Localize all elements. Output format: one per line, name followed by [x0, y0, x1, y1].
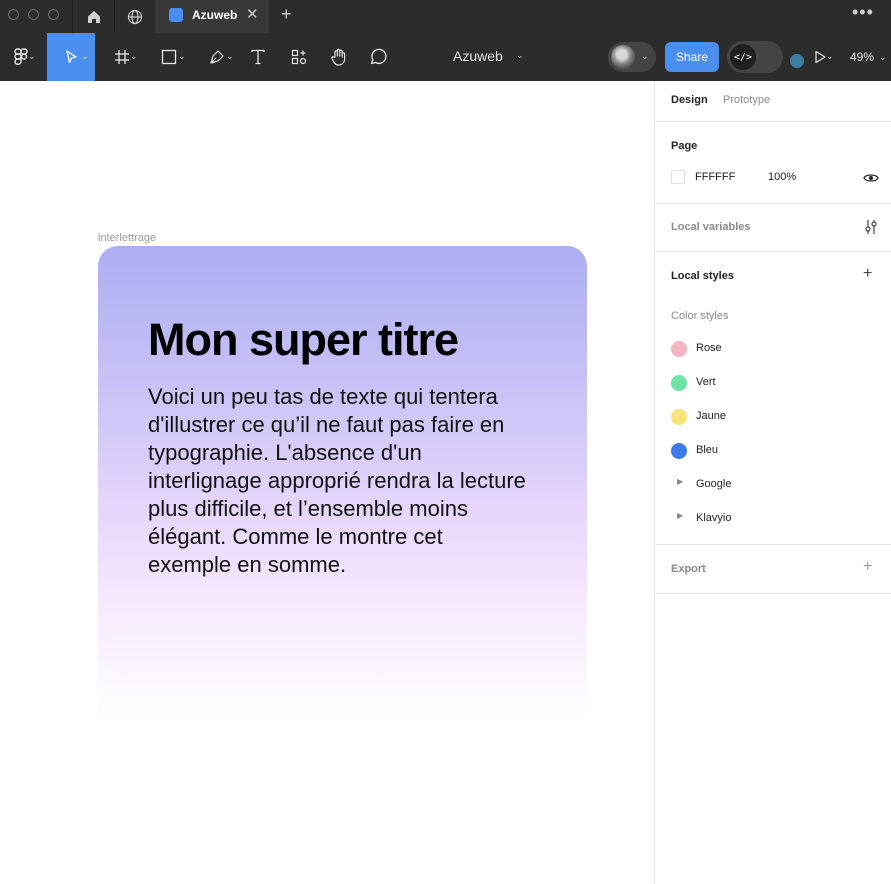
divider	[655, 121, 891, 122]
present-button[interactable]: ⌄	[804, 33, 836, 81]
color-swatch	[671, 409, 687, 425]
text-tool-button[interactable]	[244, 33, 272, 81]
user-avatar-button[interactable]: ⌄	[608, 42, 656, 72]
tab-bar: Azuweb ✕ + •••	[0, 0, 891, 33]
cursor-arrow-icon	[66, 50, 77, 64]
file-favicon-icon	[169, 8, 183, 22]
eye-icon[interactable]	[863, 170, 879, 186]
sliders-icon[interactable]	[864, 219, 878, 235]
page-opacity-value[interactable]: 100%	[768, 171, 796, 183]
color-style-name: Rose	[696, 342, 722, 354]
shape-tool-button[interactable]: ⌄	[150, 33, 188, 81]
rectangle-icon	[161, 49, 177, 65]
chevron-down-icon: ⌄	[81, 51, 89, 61]
chevron-down-icon: ⌄	[178, 51, 186, 61]
text-icon	[251, 49, 265, 65]
divider	[655, 544, 891, 545]
dev-mode-toggle[interactable]: </>	[727, 41, 783, 73]
figma-logo-icon	[14, 48, 28, 65]
add-style-plus-icon[interactable]: +	[863, 265, 872, 283]
chevron-down-icon: ⌄	[130, 51, 138, 61]
chevron-down-icon: ⌄	[641, 51, 649, 61]
code-icon: </>	[730, 44, 756, 70]
tab-title: Azuweb	[192, 8, 238, 22]
more-options-button[interactable]: •••	[852, 2, 874, 23]
zoom-level[interactable]: 49%	[850, 50, 874, 64]
comment-icon	[370, 48, 387, 65]
frame-label[interactable]: interlettrage	[98, 232, 156, 244]
page-color-value[interactable]: FFFFFF	[695, 171, 735, 183]
export-heading[interactable]: Export	[671, 563, 706, 575]
color-swatch	[671, 375, 687, 391]
page-color-swatch[interactable]	[671, 170, 685, 184]
tab-prototype[interactable]: Prototype	[723, 94, 770, 106]
style-group-google[interactable]: ▶ Google	[655, 468, 891, 502]
frame-body-text[interactable]: Voici un peu tas de texte qui tentera d'…	[148, 383, 528, 579]
pen-tool-button[interactable]: ⌄	[198, 33, 236, 81]
style-group-klavyio[interactable]: ▶ Klavyio	[655, 502, 891, 536]
caret-right-icon[interactable]: ▶	[677, 511, 683, 520]
globe-icon[interactable]	[124, 6, 146, 28]
hand-icon	[331, 48, 346, 66]
style-group-name: Klavyio	[696, 512, 732, 524]
home-icon[interactable]	[83, 6, 105, 28]
comment-tool-button[interactable]	[364, 33, 392, 81]
window-minimize-button[interactable]	[28, 9, 39, 20]
page-section-heading: Page	[671, 140, 698, 152]
local-styles-heading: Local styles	[671, 270, 734, 282]
color-style-rose[interactable]: Rose	[655, 332, 891, 366]
toolbar: ⌄ ⌄ ⌄ ⌄ ⌄ Azuweb ⌄ ⌄ Share </> ⌄ 49% ⌄	[0, 33, 891, 81]
avatar	[611, 45, 635, 69]
canvas[interactable]: interlettrage Mon super titre Voici un p…	[0, 81, 654, 884]
play-icon	[815, 50, 826, 64]
pen-icon	[210, 50, 224, 64]
chevron-down-icon[interactable]: ⌄	[879, 52, 887, 63]
color-style-vert[interactable]: Vert	[655, 366, 891, 400]
divider	[114, 0, 115, 33]
caret-right-icon[interactable]: ▶	[677, 477, 683, 486]
share-button[interactable]: Share	[665, 42, 719, 72]
main-menu-button[interactable]: ⌄	[4, 33, 38, 81]
tab-design[interactable]: Design	[671, 94, 708, 106]
window-close-button[interactable]	[8, 9, 19, 20]
window-zoom-button[interactable]	[48, 9, 59, 20]
chevron-down-icon: ⌄	[826, 51, 834, 61]
collaborator-cursor	[790, 54, 804, 68]
style-group-name: Google	[696, 478, 732, 490]
color-swatch	[671, 443, 687, 459]
file-name[interactable]: Azuweb	[453, 48, 503, 64]
frame-title-text[interactable]: Mon super titre	[148, 314, 459, 366]
resources-icon	[291, 49, 307, 65]
divider	[655, 203, 891, 204]
resources-tool-button[interactable]	[285, 33, 313, 81]
chevron-down-icon: ⌄	[226, 51, 234, 61]
divider	[655, 593, 891, 594]
properties-panel: Design Prototype Page FFFFFF 100% Local …	[654, 81, 891, 884]
local-variables-label[interactable]: Local variables	[671, 221, 751, 233]
frame-interlettrage[interactable]: Mon super titre Voici un peu tas de text…	[98, 246, 587, 726]
move-tool-button[interactable]: ⌄	[47, 33, 95, 81]
divider	[72, 0, 73, 33]
hand-tool-button[interactable]	[325, 33, 353, 81]
tab-azuweb[interactable]: Azuweb ✕	[155, 0, 269, 33]
color-style-bleu[interactable]: Bleu	[655, 434, 891, 468]
color-style-name: Bleu	[696, 444, 719, 456]
divider	[655, 251, 891, 252]
add-export-plus-icon[interactable]: +	[863, 558, 872, 576]
frame-tool-button[interactable]: ⌄	[104, 33, 140, 81]
color-style-jaune[interactable]: Jaune	[655, 400, 891, 434]
chevron-down-icon[interactable]: ⌄	[516, 50, 524, 61]
new-tab-button[interactable]: +	[281, 4, 292, 25]
chevron-down-icon: ⌄	[28, 51, 36, 61]
frame-hash-icon	[115, 50, 129, 64]
color-style-name: Jaune	[696, 410, 726, 422]
color-styles-heading: Color styles	[671, 310, 729, 322]
close-icon[interactable]: ✕	[246, 5, 259, 23]
color-style-name: Vert	[696, 376, 716, 388]
color-swatch	[671, 341, 687, 357]
